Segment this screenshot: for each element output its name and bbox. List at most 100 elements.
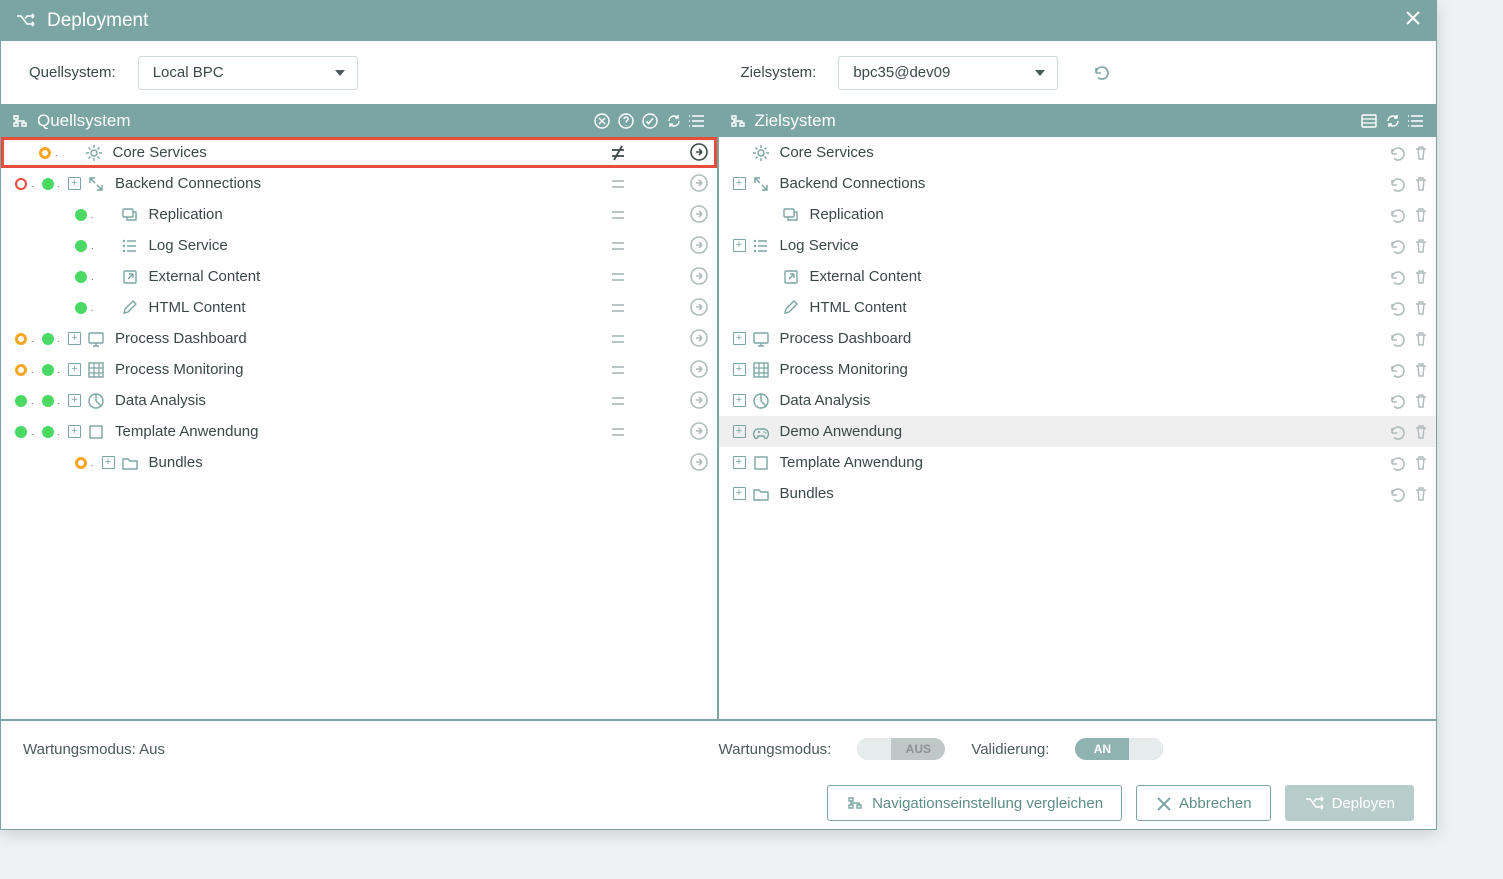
deploy-row-button[interactable] (689, 235, 711, 257)
src-tool-ok[interactable] (641, 112, 659, 130)
target-row[interactable]: External Content (719, 261, 1437, 292)
target-row[interactable]: + Log Service (719, 230, 1437, 261)
target-tree[interactable]: Core Services + Backend Connections Repl… (719, 137, 1437, 719)
source-row[interactable]: .. + Backend Connections (1, 168, 717, 199)
game-icon (752, 423, 770, 441)
tgt-tool-collapse[interactable] (1408, 112, 1426, 130)
delete-row-button[interactable] (1412, 144, 1430, 162)
target-row[interactable]: Replication (719, 199, 1437, 230)
src-tool-help[interactable] (617, 112, 635, 130)
expand-toggle[interactable]: + (68, 363, 81, 376)
expand-toggle[interactable]: + (102, 456, 115, 469)
maintenance-toggle-label: AUS (891, 738, 945, 760)
undo-row-button[interactable] (1388, 268, 1406, 286)
undo-row-button[interactable] (1388, 423, 1406, 441)
cancel-button[interactable]: Abbrechen (1136, 785, 1271, 821)
source-select[interactable]: Local BPC (138, 56, 358, 90)
validation-toggle[interactable]: AN (1075, 738, 1163, 760)
delete-row-button[interactable] (1412, 237, 1430, 255)
undo-row-button[interactable] (1388, 144, 1406, 162)
source-row[interactable]: . Core Services (1, 137, 717, 168)
target-label: Zielsystem: (741, 64, 817, 81)
target-reset-button[interactable] (1092, 63, 1114, 83)
src-tool-collapse[interactable] (689, 112, 707, 130)
expand-toggle[interactable]: + (733, 394, 746, 407)
delete-row-button[interactable] (1412, 330, 1430, 348)
expand-toggle[interactable]: + (68, 177, 81, 190)
undo-row-button[interactable] (1388, 175, 1406, 193)
deploy-row-button[interactable] (689, 204, 711, 226)
pie-icon (87, 392, 105, 410)
source-row[interactable]: .. + Process Dashboard (1, 323, 717, 354)
nav-compare-button[interactable]: Navigationseinstellung vergleichen (827, 785, 1122, 821)
delete-row-button[interactable] (1412, 485, 1430, 503)
source-row[interactable]: . External Content (1, 261, 717, 292)
deploy-row-button[interactable] (689, 266, 711, 288)
src-tool-refresh[interactable] (665, 112, 683, 130)
undo-row-button[interactable] (1388, 454, 1406, 472)
expand-toggle[interactable]: + (733, 487, 746, 500)
deploy-row-button[interactable] (689, 390, 711, 412)
delete-row-button[interactable] (1412, 361, 1430, 379)
target-row[interactable]: + Template Anwendung (719, 447, 1437, 478)
target-row[interactable]: + Demo Anwendung (719, 416, 1437, 447)
maintenance-toggle[interactable]: AUS (857, 738, 945, 760)
source-row[interactable]: . Log Service (1, 230, 717, 261)
deploy-row-button[interactable] (689, 452, 711, 474)
target-select[interactable]: bpc35@dev09 (838, 56, 1058, 90)
expand-toggle[interactable]: + (733, 425, 746, 438)
target-row[interactable]: + Process Dashboard (719, 323, 1437, 354)
expand-toggle[interactable]: + (68, 332, 81, 345)
expand-toggle[interactable]: + (733, 332, 746, 345)
delete-row-button[interactable] (1412, 454, 1430, 472)
target-row[interactable]: + Process Monitoring (719, 354, 1437, 385)
expand-toggle[interactable]: + (733, 456, 746, 469)
undo-row-button[interactable] (1388, 361, 1406, 379)
target-row[interactable]: HTML Content (719, 292, 1437, 323)
row-label: Core Services (113, 144, 207, 161)
tgt-tool-refresh[interactable] (1384, 112, 1402, 130)
source-row[interactable]: .. + Data Analysis (1, 385, 717, 416)
close-button[interactable] (1404, 9, 1422, 33)
expand-toggle[interactable]: + (733, 239, 746, 252)
deploy-button[interactable]: Deployen (1285, 785, 1414, 821)
delete-row-button[interactable] (1412, 392, 1430, 410)
undo-row-button[interactable] (1388, 392, 1406, 410)
deploy-row-button[interactable] (689, 142, 711, 164)
deploy-row-button[interactable] (689, 421, 711, 443)
nav-compare-label: Navigationseinstellung vergleichen (872, 795, 1103, 812)
source-row[interactable]: .. + Template Anwendung (1, 416, 717, 447)
undo-row-button[interactable] (1388, 299, 1406, 317)
src-tool-cancel[interactable] (593, 112, 611, 130)
undo-row-button[interactable] (1388, 330, 1406, 348)
expand-toggle[interactable]: + (733, 177, 746, 190)
source-row[interactable]: . HTML Content (1, 292, 717, 323)
source-row[interactable]: . Replication (1, 199, 717, 230)
deploy-row-button[interactable] (689, 297, 711, 319)
delete-row-button[interactable] (1412, 299, 1430, 317)
undo-row-button[interactable] (1388, 237, 1406, 255)
expand-toggle[interactable]: + (68, 425, 81, 438)
delete-row-button[interactable] (1412, 423, 1430, 441)
deploy-label: Deployen (1332, 795, 1395, 812)
target-row[interactable]: + Bundles (719, 478, 1437, 509)
delete-row-button[interactable] (1412, 175, 1430, 193)
row-label: External Content (149, 268, 261, 285)
undo-row-button[interactable] (1388, 206, 1406, 224)
target-row[interactable]: Core Services (719, 137, 1437, 168)
undo-row-button[interactable] (1388, 485, 1406, 503)
deploy-row-button[interactable] (689, 173, 711, 195)
deploy-row-button[interactable] (689, 328, 711, 350)
expand-toggle[interactable]: + (68, 394, 81, 407)
deployment-dialog: Deployment Quellsystem: Local BPC Zielsy… (0, 0, 1437, 830)
source-row[interactable]: . + Bundles (1, 447, 717, 478)
tgt-tool-list[interactable] (1360, 112, 1378, 130)
delete-row-button[interactable] (1412, 206, 1430, 224)
target-row[interactable]: + Backend Connections (719, 168, 1437, 199)
deploy-row-button[interactable] (689, 359, 711, 381)
expand-toggle[interactable]: + (733, 363, 746, 376)
delete-row-button[interactable] (1412, 268, 1430, 286)
source-row[interactable]: .. + Process Monitoring (1, 354, 717, 385)
target-row[interactable]: + Data Analysis (719, 385, 1437, 416)
source-tree[interactable]: . Core Services .. + Backend Connections (1, 137, 717, 719)
